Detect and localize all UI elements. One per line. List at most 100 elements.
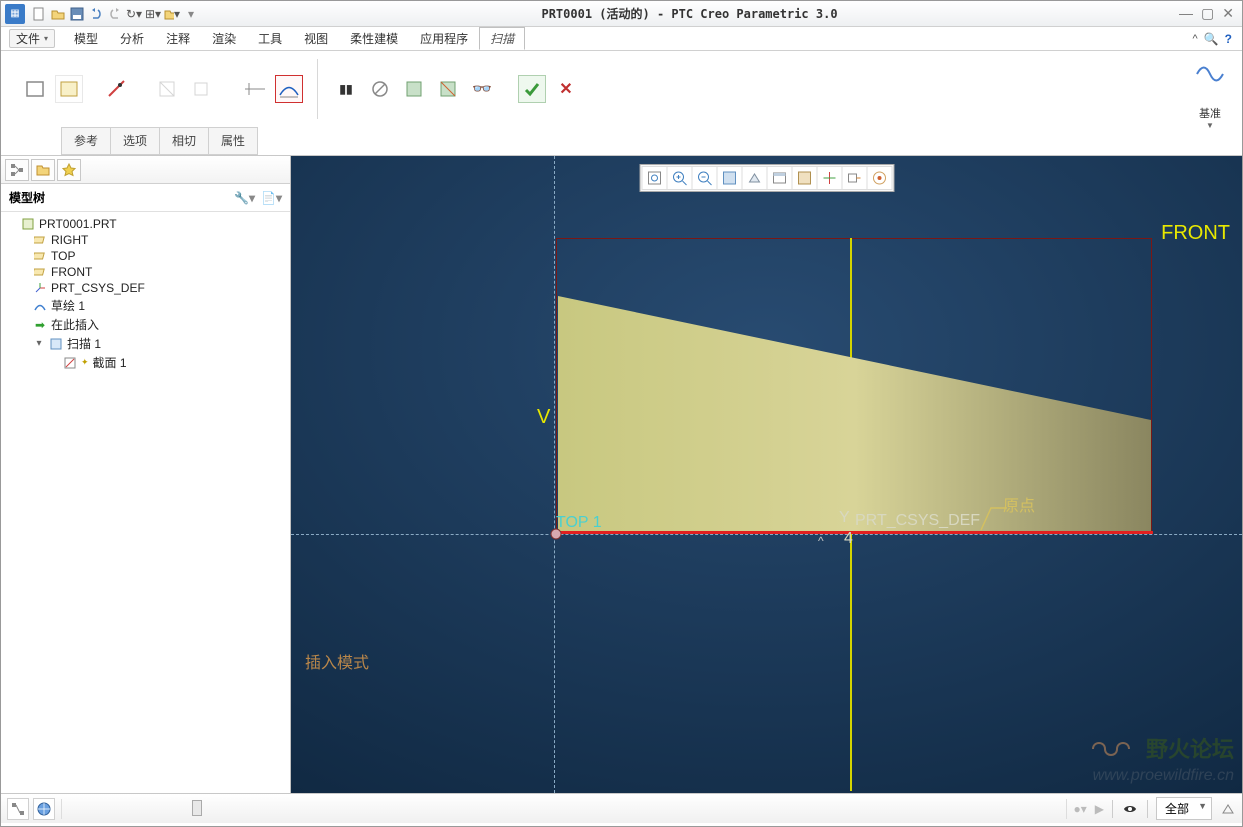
- display-style-icon[interactable]: [741, 166, 767, 190]
- tree-item-top[interactable]: TOP: [3, 248, 288, 264]
- collapse-ribbon-icon[interactable]: ^: [1193, 33, 1198, 45]
- tree-item-insert[interactable]: ➡在此插入: [3, 315, 288, 334]
- sb-tree-icon[interactable]: [7, 798, 29, 820]
- surface-sweep-icon[interactable]: [55, 75, 83, 103]
- top-plane-label: TOP 1: [556, 514, 602, 532]
- graphics-viewport[interactable]: ^ FRONT V TOP 1 PRT_CSYS_DEF Y 4 原点 插入模式…: [291, 156, 1242, 793]
- view-manager-icon[interactable]: [791, 166, 817, 190]
- const-section-icon[interactable]: [241, 75, 269, 103]
- watermark: 野火论坛 www.proewildfire.cn: [1083, 729, 1234, 785]
- sketch-section-icon[interactable]: [103, 75, 131, 103]
- origin-leader: [979, 506, 1019, 536]
- zoom-out-icon[interactable]: [691, 166, 717, 190]
- separate-preview-icon[interactable]: [434, 75, 462, 103]
- thicken-icon[interactable]: [187, 75, 215, 103]
- zoom-in-icon[interactable]: [666, 166, 692, 190]
- variable-section-icon[interactable]: [275, 75, 303, 103]
- side-tabs: [1, 156, 290, 184]
- tree-item-sketch[interactable]: 草绘 1: [3, 296, 288, 315]
- subtab-props[interactable]: 属性: [208, 127, 258, 155]
- quick-access: ▦ ↻▾ ⊞▾ ▾ ▾: [5, 4, 200, 24]
- section-icon: [63, 356, 77, 370]
- window-title: PRT0001 (活动的) - PTC Creo Parametric 3.0: [200, 5, 1179, 22]
- new-icon[interactable]: [30, 5, 48, 23]
- regen-icon[interactable]: ↻▾: [125, 5, 143, 23]
- subtab-reference[interactable]: 参考: [61, 127, 111, 155]
- csys-label: PRT_CSYS_DEF: [855, 512, 980, 530]
- saved-views-icon[interactable]: [766, 166, 792, 190]
- tab-apps[interactable]: 应用程序: [409, 27, 479, 50]
- maximize-icon[interactable]: ▢: [1201, 5, 1214, 22]
- file-menu[interactable]: 文件: [9, 29, 55, 48]
- refit-icon[interactable]: [641, 166, 667, 190]
- sb-geom-icon[interactable]: [1220, 801, 1236, 817]
- qat-icon[interactable]: ⊞▾: [144, 5, 162, 23]
- tree-tab-icon[interactable]: [5, 159, 29, 181]
- sketch-icon: [33, 299, 47, 313]
- tree-show-icon[interactable]: 📄▾: [261, 191, 282, 205]
- sb-play-icon[interactable]: ▶: [1095, 802, 1104, 816]
- csys-icon: [33, 281, 47, 295]
- tab-model[interactable]: 模型: [63, 27, 109, 50]
- minimize-icon[interactable]: —: [1179, 5, 1193, 22]
- tree-item-sweep[interactable]: ▾扫描 1: [3, 334, 288, 353]
- sweep-feat-icon: [49, 337, 63, 351]
- tree-settings-icon[interactable]: 🔧▾: [234, 191, 255, 205]
- no-preview-icon[interactable]: [366, 75, 394, 103]
- save-icon[interactable]: [68, 5, 86, 23]
- tree-item-right[interactable]: RIGHT: [3, 232, 288, 248]
- trajectory-line: [556, 531, 1153, 534]
- folder-tab-icon[interactable]: [31, 159, 55, 181]
- qat-more-icon[interactable]: ▾: [182, 5, 200, 23]
- help-icon[interactable]: ?: [1225, 32, 1232, 46]
- sb-find-icon[interactable]: [1121, 802, 1139, 816]
- selection-filter[interactable]: 全部 ▼: [1156, 797, 1212, 820]
- solid-sweep-icon[interactable]: [21, 75, 49, 103]
- undo-icon[interactable]: [87, 5, 105, 23]
- tab-render[interactable]: 渲染: [201, 27, 247, 50]
- model-tree[interactable]: PRT0001.PRT RIGHT TOP FRONT PRT_CSYS_DEF…: [1, 212, 290, 793]
- datum-display-icon[interactable]: [816, 166, 842, 190]
- cancel-icon[interactable]: ✕: [552, 75, 580, 103]
- verify-icon[interactable]: 👓: [468, 75, 496, 103]
- ribbon-tabs: 文件 模型 分析 注释 渲染 工具 视图 柔性建模 应用程序 扫描 ^ 🔍 ?: [1, 27, 1242, 51]
- tree-root[interactable]: PRT0001.PRT: [3, 216, 288, 232]
- datum-panel[interactable]: 基准 ▼: [1190, 59, 1230, 130]
- titlebar: ▦ ↻▾ ⊞▾ ▾ ▾ PRT0001 (活动的) - PTC Creo Par…: [1, 1, 1242, 27]
- attach-preview-icon[interactable]: [400, 75, 428, 103]
- tab-view[interactable]: 视图: [293, 27, 339, 50]
- sb-slider-track[interactable]: [61, 799, 1067, 819]
- subtab-options[interactable]: 选项: [110, 127, 160, 155]
- tab-annotate[interactable]: 注释: [155, 27, 201, 50]
- sb-slider-handle[interactable]: [192, 800, 202, 816]
- tab-analysis[interactable]: 分析: [109, 27, 155, 50]
- tree-item-section[interactable]: ✦截面 1: [3, 353, 288, 372]
- tree-item-csys[interactable]: PRT_CSYS_DEF: [3, 280, 288, 296]
- tab-sweep[interactable]: 扫描: [479, 27, 525, 50]
- tab-tools[interactable]: 工具: [247, 27, 293, 50]
- sweep-surface: [291, 156, 1236, 793]
- repaint-icon[interactable]: [716, 166, 742, 190]
- pause-icon[interactable]: ▮▮: [332, 75, 360, 103]
- annotation-display-icon[interactable]: [841, 166, 867, 190]
- sb-browser-icon[interactable]: [33, 798, 55, 820]
- search-icon[interactable]: 🔍: [1204, 32, 1219, 46]
- fav-tab-icon[interactable]: [57, 159, 81, 181]
- accept-icon[interactable]: [518, 75, 546, 103]
- tree-item-front[interactable]: FRONT: [3, 264, 288, 280]
- collapse-icon[interactable]: ▾: [33, 338, 45, 349]
- statusbar: ●▾ ▶ 全部 ▼: [1, 793, 1242, 823]
- app-icon[interactable]: ▦: [5, 4, 25, 24]
- plane-icon: [33, 249, 47, 263]
- window-controls: — ▢ ✕: [1179, 5, 1238, 22]
- subtab-tangent[interactable]: 相切: [159, 127, 209, 155]
- y-axis-label: Y: [839, 509, 850, 527]
- windows-icon[interactable]: ▾: [163, 5, 181, 23]
- redo-icon[interactable]: [106, 5, 124, 23]
- spin-center-icon[interactable]: [866, 166, 892, 190]
- close-icon[interactable]: ✕: [1222, 5, 1234, 22]
- sb-record-icon[interactable]: ●▾: [1073, 802, 1086, 816]
- open-icon[interactable]: [49, 5, 67, 23]
- remove-material-icon[interactable]: [153, 75, 181, 103]
- tab-flex[interactable]: 柔性建模: [339, 27, 409, 50]
